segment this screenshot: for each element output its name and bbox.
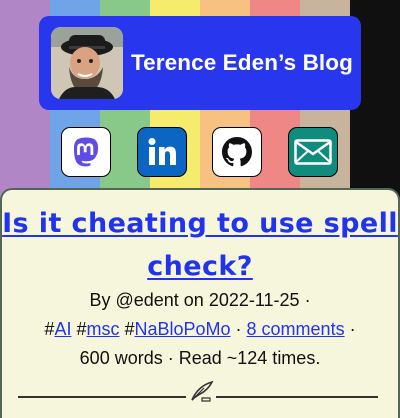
github-icon (222, 137, 252, 167)
mastodon-link[interactable] (61, 127, 111, 177)
linkedin-link[interactable] (137, 127, 187, 177)
separator: · (299, 290, 311, 310)
mastodon-icon (74, 137, 98, 167)
social-links (0, 127, 400, 179)
comments-link[interactable]: 8 comments (247, 319, 345, 339)
post-date: 2022-11-25 (208, 290, 300, 310)
quill-icon (186, 379, 216, 403)
linkedin-icon (148, 138, 176, 165)
post-title-line2[interactable]: check? (147, 251, 253, 282)
word-count: 600 words (79, 348, 163, 368)
email-link[interactable] (288, 127, 338, 177)
tag-nablopomo[interactable]: NaBloPoMo (134, 319, 230, 339)
date-prefix: on (178, 290, 209, 310)
author-name: @edent (115, 290, 179, 310)
post-title-line1[interactable]: Is it cheating to use spell (2, 208, 398, 239)
github-link[interactable] (212, 127, 262, 177)
post-title[interactable]: Is it cheating to use spell check? (2, 202, 398, 288)
post-byline: By @edent on 2022-11-25 · (2, 290, 398, 311)
site-title[interactable]: Terence Eden’s Blog (131, 50, 353, 76)
by-prefix: By (89, 290, 116, 310)
read-count: Read ~124 times. (178, 348, 321, 368)
tag-msc[interactable]: msc (86, 319, 119, 339)
site-header[interactable]: Terence Eden’s Blog (39, 16, 361, 110)
post-article: Is it cheating to use spell check? By @e… (0, 188, 400, 418)
post-tags: #AI #msc #NaBloPoMo · 8 comments · (44, 319, 356, 339)
email-icon (294, 139, 332, 165)
post-stats: 600 words · Read ~124 times. (79, 348, 321, 368)
tag-ai[interactable]: AI (54, 319, 71, 339)
author-avatar (51, 27, 123, 99)
